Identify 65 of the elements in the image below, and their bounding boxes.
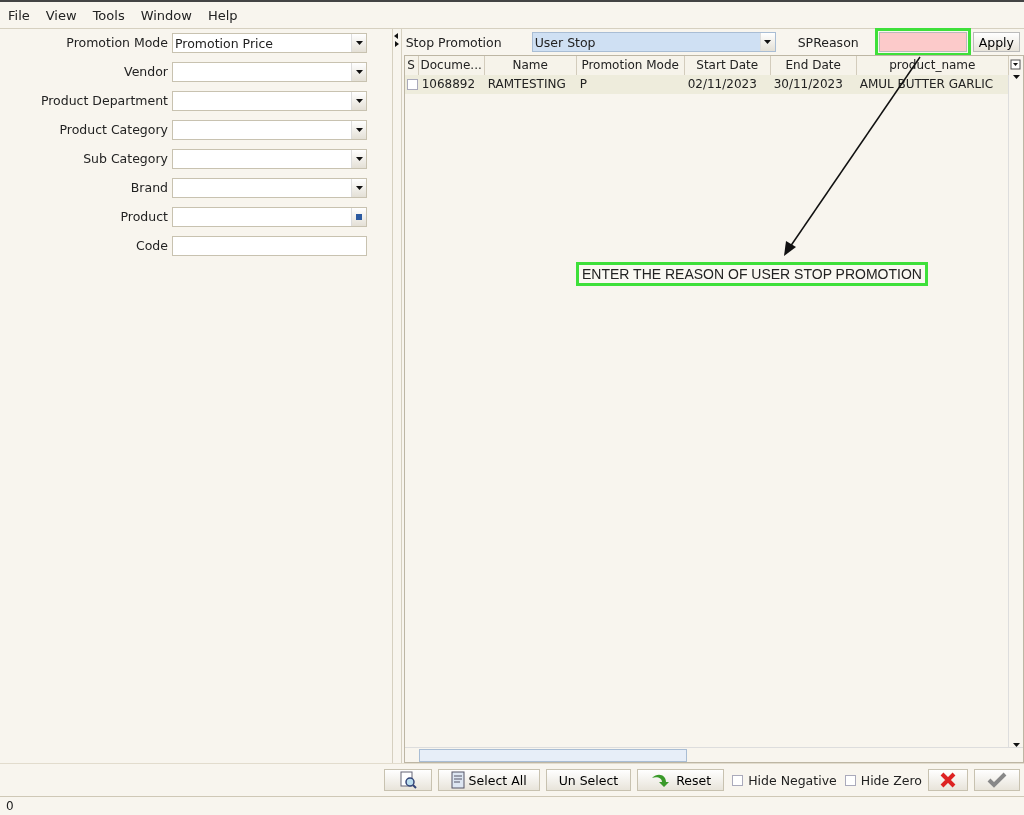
splitter-arrows-icon[interactable] — [394, 33, 400, 47]
field-label: Vendor — [123, 63, 168, 81]
checkmark-icon — [987, 772, 1007, 788]
caret-icon — [1012, 743, 1020, 747]
toolbar-button[interactable]: Un Select — [545, 769, 632, 791]
field-label: Product Category — [58, 121, 168, 139]
table-cell-text: 1068892 — [420, 76, 477, 93]
field-label: Code — [135, 237, 168, 255]
caret-icon — [764, 40, 772, 44]
caret-icon — [355, 70, 363, 74]
document-icon — [450, 771, 465, 789]
column-header[interactable]: Start Date — [684, 56, 771, 75]
checkbox-label[interactable]: Hide Negative — [730, 770, 837, 790]
caret-icon — [355, 186, 363, 190]
toolbar-button[interactable]: Select All — [437, 769, 540, 791]
x-icon — [939, 771, 957, 789]
caret-icon — [355, 41, 363, 45]
table-cell-text: 02/11/2023 — [686, 76, 758, 93]
vertical-scrollbar[interactable] — [1008, 75, 1023, 747]
dropdown-field[interactable]: User Stop — [531, 32, 776, 52]
checkbox[interactable] — [406, 79, 418, 90]
dropdown-field[interactable] — [172, 62, 367, 82]
status-text: 0 — [0, 796, 1024, 815]
table-cell-text: P — [578, 76, 588, 93]
ok-button[interactable] — [974, 769, 1020, 791]
horizontal-scrollbar[interactable] — [404, 747, 1023, 762]
table-cell-text: 30/11/2023 — [772, 76, 844, 93]
column-header[interactable]: Docume... — [418, 56, 485, 75]
menu-item[interactable]: File — [8, 7, 30, 23]
dropdown-field[interactable]: Promotion Price — [172, 33, 367, 53]
cancel-button[interactable] — [928, 769, 968, 791]
dropdown-field[interactable] — [172, 120, 367, 140]
table-cell-text: RAMTESTING — [486, 76, 567, 93]
magnifier-document-icon — [398, 771, 417, 789]
lookup-button[interactable] — [351, 208, 366, 226]
checkbox-label[interactable]: Hide Zero — [842, 770, 922, 790]
zoom-button[interactable] — [383, 769, 432, 791]
caret-icon — [1012, 75, 1020, 79]
field-label: SPReason — [797, 34, 859, 50]
column-header[interactable]: End Date — [770, 56, 857, 75]
column-header[interactable]: Promotion Mode — [576, 56, 685, 75]
caret-icon — [355, 157, 363, 161]
menu-item[interactable]: Window — [140, 7, 192, 23]
menu-item[interactable]: View — [45, 7, 77, 23]
dropdown-field[interactable] — [172, 91, 367, 111]
field-label: Product Department — [39, 92, 168, 110]
column-header[interactable]: Name — [484, 56, 577, 75]
field-label: Sub Category — [82, 150, 168, 168]
field-label: Promotion Mode — [65, 34, 168, 52]
square-icon — [356, 214, 362, 220]
field-label: Product — [119, 208, 168, 226]
dropdown-field[interactable] — [172, 178, 367, 198]
field-label: Brand — [129, 179, 168, 197]
input-field[interactable] — [172, 236, 367, 256]
lookup-field[interactable] — [172, 207, 367, 227]
caret-icon — [355, 99, 363, 103]
caret-icon — [355, 128, 363, 132]
dropdown-field[interactable] — [172, 149, 367, 169]
apply-button[interactable]: Apply — [972, 32, 1020, 52]
menu-item[interactable]: Tools — [92, 7, 125, 23]
field-label: Stop Promotion — [405, 34, 502, 50]
menu-item[interactable]: Help — [207, 7, 238, 23]
annotation-text: ENTER THE REASON OF USER STOP PROMOTION — [576, 262, 928, 286]
column-header[interactable]: S — [404, 56, 419, 75]
toolbar-button[interactable]: Reset — [637, 769, 725, 791]
